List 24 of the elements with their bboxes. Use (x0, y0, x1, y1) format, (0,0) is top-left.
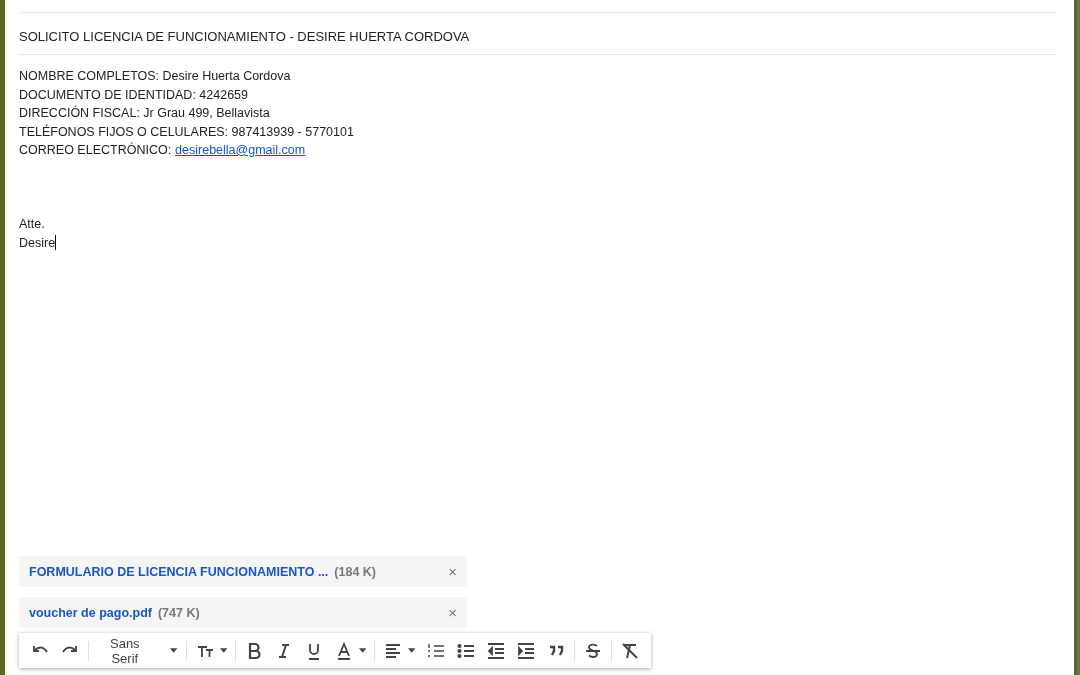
attachment-chip[interactable]: voucher de pago.pdf (747 K) × (19, 597, 467, 628)
body-text: Atte. (19, 216, 45, 233)
body-text: CORREO ELECTRÓNICO: (19, 141, 172, 159)
attachment-name[interactable]: voucher de pago.pdf (29, 605, 152, 620)
caret-icon (359, 648, 367, 653)
attachment-size: (747 K) (157, 605, 201, 620)
remove-attachment-button[interactable]: × (448, 563, 457, 580)
attachment-chip[interactable]: FORMULARIO DE LICENCIA FUNCIONAMIENTO ... (184 K) × (19, 556, 467, 587)
body-text: TELÉFONOS FIJOS O CELULARES: 987413939 - 5770101 (19, 123, 354, 141)
body-text: Desire (19, 234, 56, 252)
indent-more-icon[interactable] (516, 640, 537, 661)
caret-icon (219, 648, 228, 653)
caret-icon (169, 648, 177, 653)
subject-text: SOLICITO LICENCIA DE FUNCIONAMIENTO - DESIRE HUERTA CORDOVA (19, 28, 471, 46)
email-link[interactable]: desirebella@gmail.com (175, 141, 306, 160)
body-text: NOMBRE COMPLETOS: Desire Huerta Cordova (19, 68, 291, 85)
body-text: DIRECCIÓN FISCAL: Jr Grau 499, Bellavista (19, 104, 270, 122)
body-text: DOCUMENTO DE IDENTIDAD: 4242659 (19, 86, 248, 104)
font-dropdown[interactable]: Sans Serif (91, 635, 183, 666)
attachment-name[interactable]: FORMULARIO DE LICENCIA FUNCIONAMIENTO ... (29, 564, 329, 579)
attachment-size: (184 K) (334, 564, 377, 579)
indent-less-icon[interactable] (486, 640, 507, 661)
caret-icon (408, 648, 416, 653)
remove-attachment-button[interactable]: × (448, 604, 457, 621)
